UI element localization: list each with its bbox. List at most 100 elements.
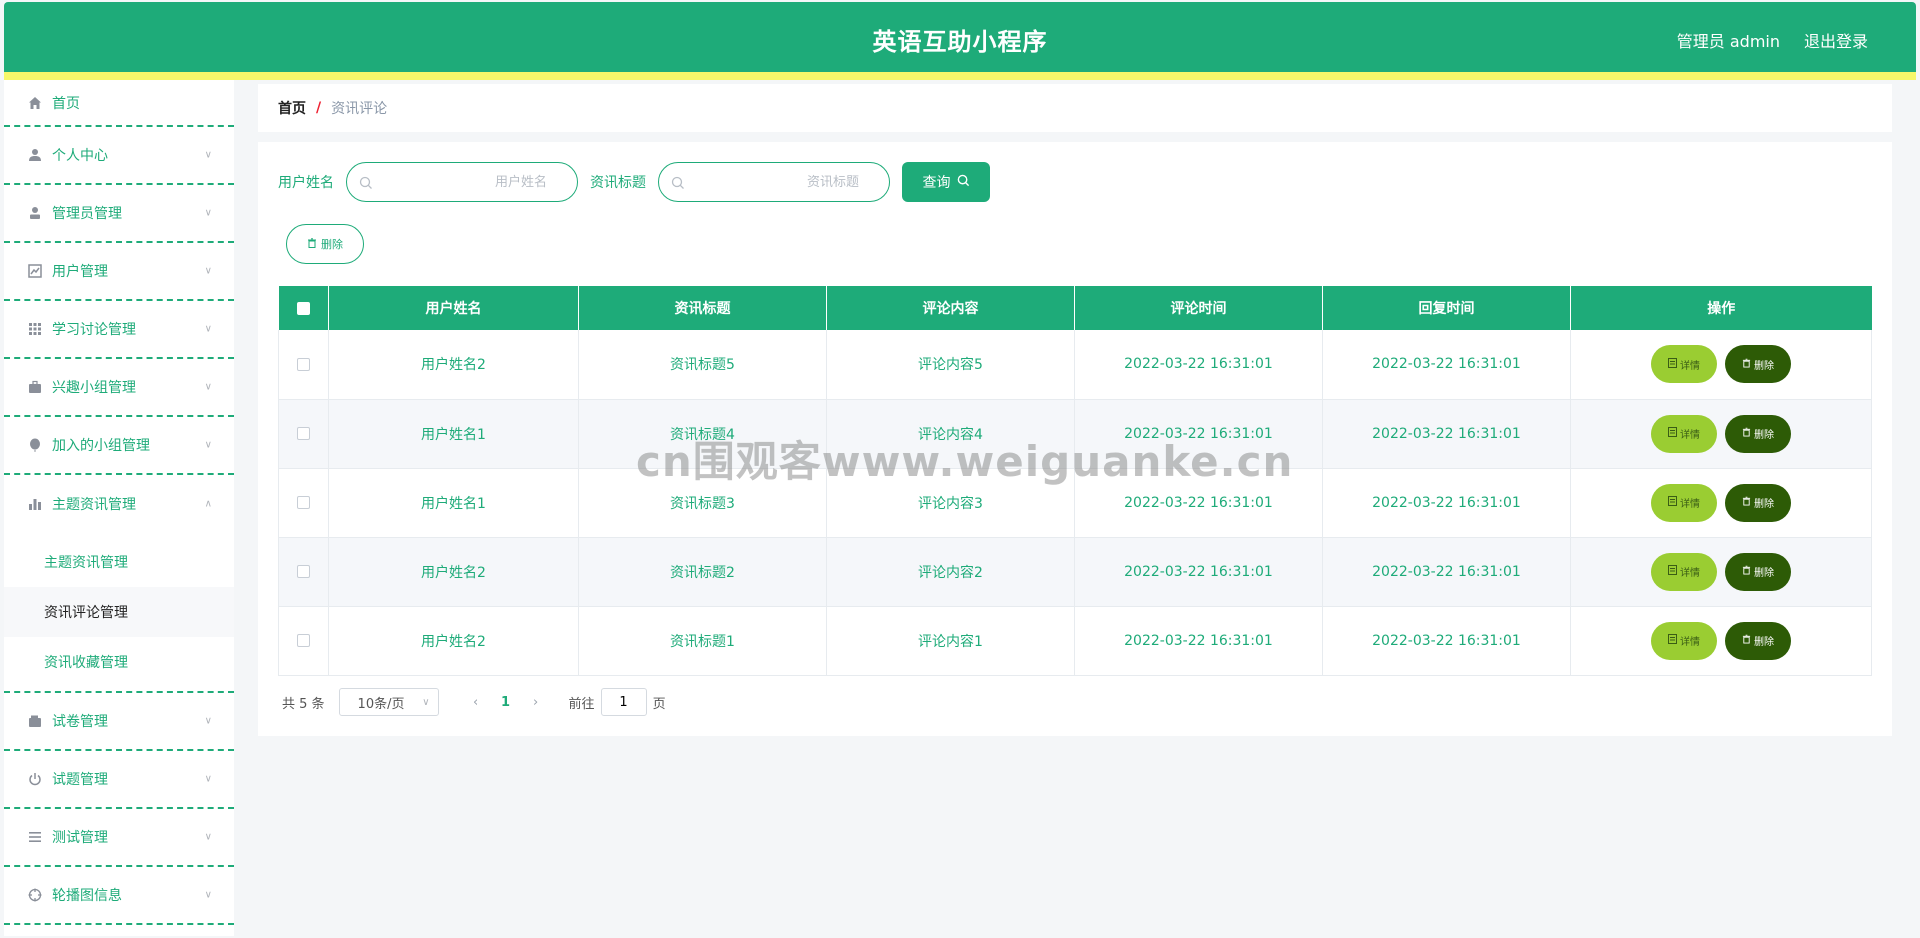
chevron-down-icon: ∨ — [204, 207, 212, 219]
column-header-content: 评论内容 — [826, 286, 1075, 330]
document-icon — [1668, 357, 1677, 371]
page-unit-label: 页 — [652, 696, 666, 712]
query-button-label: 查询 — [922, 175, 951, 191]
document-icon — [1668, 634, 1677, 647]
cell-username: 用户姓名2 — [328, 537, 579, 607]
document-icon — [1668, 427, 1677, 440]
prev-page-icon[interactable]: ‹ — [461, 695, 491, 710]
detail-button[interactable]: 详情 — [1651, 483, 1717, 522]
delete-button[interactable]: 删除 — [1725, 552, 1791, 591]
delete-button-label: 删除 — [1754, 430, 1774, 441]
next-page-icon[interactable]: › — [521, 695, 551, 710]
sidebar-item-groups[interactable]: 兴趣小组管理 ∨ — [4, 359, 234, 417]
home-icon — [28, 96, 42, 110]
delete-button[interactable]: 删除 — [1725, 483, 1791, 522]
column-header-comment-time: 评论时间 — [1074, 286, 1323, 330]
search-icon — [359, 175, 373, 189]
submenu-item-comments[interactable]: 资讯评论管理 — [4, 587, 234, 637]
sidebar-item-home[interactable]: 首页 — [4, 80, 234, 127]
chevron-down-icon: ∨ — [204, 439, 212, 451]
username-label: 用户姓名 — [278, 175, 334, 191]
sidebar-item-label: 测试管理 — [52, 830, 108, 846]
username-search-input[interactable] — [347, 163, 577, 201]
detail-button[interactable]: 详情 — [1651, 552, 1717, 591]
row-checkbox[interactable] — [297, 427, 310, 440]
row-checkbox[interactable] — [297, 565, 310, 578]
admin-icon — [28, 206, 42, 220]
breadcrumb-home[interactable]: 首页 — [278, 98, 306, 118]
pagination: 共 5 条 10条/页 ∨ ‹ 1 › 前往 页 — [282, 688, 666, 716]
detail-button-label: 详情 — [1680, 637, 1700, 648]
row-actions: 详情 删除 — [1570, 537, 1872, 607]
delete-button[interactable]: 删除 — [1725, 414, 1791, 453]
cell-comment-time: 2022-03-22 16:31:01 — [1074, 399, 1323, 469]
row-select-cell — [278, 468, 329, 538]
sidebar-item-carousel[interactable]: 轮播图信息 ∨ — [4, 867, 234, 925]
sidebar: 首页 个人中心 ∨ 管理员管理 ∨ 用户管理 ∨ 学习讨论管理 ∨ 兴趣小组管理… — [4, 80, 234, 936]
breadcrumb: 首页 / 资讯评论 — [258, 84, 1892, 132]
sidebar-item-joined-groups[interactable]: 加入的小组管理 ∨ — [4, 417, 234, 475]
page-size-select[interactable]: 10条/页 ∨ — [338, 688, 439, 716]
delete-button[interactable]: 删除 — [1725, 621, 1791, 660]
detail-button-label: 详情 — [1680, 360, 1700, 372]
sidebar-item-discussion[interactable]: 学习讨论管理 ∨ — [4, 301, 234, 359]
table-row: 用户姓名2 资讯标题1 评论内容1 2022-03-22 16:31:01 2022-0… — [278, 606, 1872, 676]
chevron-down-icon: ∨ — [204, 323, 212, 335]
search-icon — [671, 175, 685, 189]
logout-link[interactable]: 退出登录 — [1804, 28, 1868, 52]
sidebar-item-label: 轮播图信息 — [52, 888, 122, 904]
chevron-down-icon: ∨ — [204, 773, 212, 785]
sidebar-item-users[interactable]: 用户管理 ∨ — [4, 243, 234, 301]
sidebar-item-label: 个人中心 — [52, 148, 108, 164]
row-select-cell — [278, 606, 329, 676]
cell-reply-time: 2022-03-22 16:31:01 — [1322, 468, 1571, 538]
cell-content: 评论内容1 — [826, 606, 1075, 676]
sidebar-item-tests[interactable]: 测试管理 ∨ — [4, 809, 234, 867]
submenu-news: 主题资讯管理 资讯评论管理 资讯收藏管理 — [4, 533, 234, 693]
submenu-item-news-manage[interactable]: 主题资讯管理 — [4, 537, 234, 587]
query-button[interactable]: 查询 — [902, 162, 990, 202]
cell-title: 资讯标题1 — [578, 606, 827, 676]
cell-title: 资讯标题5 — [578, 330, 827, 400]
sidebar-item-news[interactable]: 主题资讯管理 ∧ — [4, 475, 234, 533]
row-select-cell — [278, 330, 329, 400]
title-search-input[interactable] — [659, 163, 889, 201]
cell-content: 评论内容4 — [826, 399, 1075, 469]
table-row: 用户姓名1 资讯标题4 评论内容4 2022-03-22 16:31:01 2022-0… — [278, 399, 1872, 469]
cell-comment-time: 2022-03-22 16:31:01 — [1074, 606, 1323, 676]
select-all-cell — [278, 286, 329, 330]
detail-button[interactable]: 详情 — [1651, 345, 1717, 384]
bar-chart-icon — [28, 497, 42, 511]
row-checkbox[interactable] — [297, 496, 310, 509]
row-checkbox[interactable] — [297, 357, 310, 371]
sidebar-item-questions[interactable]: 试题管理 ∨ — [4, 751, 234, 809]
title-label: 资讯标题 — [590, 175, 646, 191]
cell-username: 用户姓名1 — [328, 399, 579, 469]
top-header: 英语互助小程序 管理员 admin 退出登录 — [4, 2, 1916, 72]
delete-button[interactable]: 删除 — [1725, 345, 1791, 384]
detail-button[interactable]: 详情 — [1651, 414, 1717, 453]
row-checkbox[interactable] — [297, 634, 310, 647]
cell-content: 评论内容5 — [826, 330, 1075, 400]
row-select-cell — [278, 537, 329, 607]
submenu-item-favorites[interactable]: 资讯收藏管理 — [4, 637, 234, 687]
select-all-checkbox[interactable] — [296, 301, 310, 315]
batch-delete-button[interactable]: 删除 — [286, 224, 364, 264]
sidebar-item-profile[interactable]: 个人中心 ∨ — [4, 127, 234, 185]
sidebar-item-papers[interactable]: 试卷管理 ∨ — [4, 693, 234, 751]
breadcrumb-separator: / — [316, 100, 322, 116]
sidebar-item-label: 试题管理 — [52, 772, 108, 788]
wallet-icon — [28, 714, 42, 728]
goto-page-input[interactable] — [600, 688, 647, 716]
cell-username: 用户姓名2 — [328, 330, 579, 400]
page-number[interactable]: 1 — [491, 695, 521, 710]
detail-button-label: 详情 — [1680, 499, 1700, 510]
cell-comment-time: 2022-03-22 16:31:01 — [1074, 537, 1323, 607]
delete-button-label: 删除 — [1754, 637, 1774, 648]
breadcrumb-current: 资讯评论 — [331, 101, 388, 117]
detail-button[interactable]: 详情 — [1651, 621, 1717, 660]
chevron-down-icon: ∨ — [204, 381, 212, 393]
chevron-down-icon: ∨ — [204, 265, 212, 277]
detail-button-label: 详情 — [1680, 430, 1700, 441]
sidebar-item-admins[interactable]: 管理员管理 ∨ — [4, 185, 234, 243]
